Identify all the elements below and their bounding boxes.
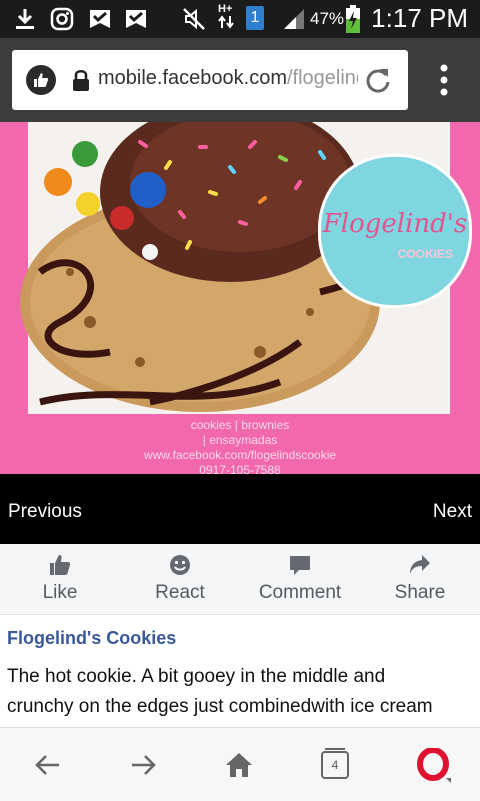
sim-slot-label: 1 [250, 9, 260, 26]
comment-label: Comment [258, 582, 342, 603]
tabs-icon[interactable]: 4 [321, 747, 349, 779]
reload-icon[interactable] [364, 66, 392, 94]
network-type: H+ [218, 3, 233, 15]
check-badge-icon [126, 10, 146, 28]
post-actions: Like React Comment Share [0, 544, 480, 615]
back-arrow-icon[interactable] [33, 750, 63, 780]
data-arrows-icon: H+ [218, 3, 238, 35]
mute-icon [183, 8, 205, 30]
sim-icon: 1 [246, 6, 264, 30]
caption-line: cookies | brownies [190, 418, 290, 432]
browser-toolbar: mobile.facebook.com/flogelind [0, 38, 480, 122]
react-button[interactable]: React [120, 544, 240, 614]
post-body: The hot cookie. A bit gooey in the middl… [7, 662, 473, 722]
opera-icon[interactable] [417, 748, 453, 784]
gallery-nav: Previous Next [0, 474, 480, 544]
comment-icon [290, 556, 310, 575]
address-bar[interactable]: mobile.facebook.com/flogelind [12, 50, 408, 110]
post-text-line: The hot cookie. A bit gooey in the middl… [7, 666, 386, 687]
post-author-link[interactable]: Flogelind's Cookies [7, 628, 176, 649]
smiley-icon [170, 555, 190, 575]
battery-percent: 47% [310, 9, 345, 28]
tab-count: 4 [331, 758, 339, 772]
share-icon [410, 555, 430, 574]
comment-button[interactable]: Comment [240, 544, 360, 614]
share-label: Share [394, 582, 446, 603]
logo-subtext: COOKIES [397, 247, 453, 261]
caption-line: | ensaymadas [202, 433, 278, 447]
battery-charging-icon [346, 5, 360, 33]
url-text[interactable]: mobile.facebook.com/flogelind [98, 67, 358, 90]
status-bar: H+ 1 47% 1:17 PM [0, 0, 480, 38]
post-text-line: crunchy on the edges just combinedwith i… [7, 696, 433, 717]
brand-logo: Flogelind's COOKIES [318, 154, 472, 308]
like-label: Like [42, 582, 78, 603]
browser-bottom-nav: 4 [0, 727, 480, 801]
url-domain: mobile.facebook.com [98, 67, 287, 89]
more-vertical-icon[interactable] [432, 64, 456, 98]
caption-line: www.facebook.com/flogelindscookie [143, 448, 337, 462]
photo-caption: cookies | brownies | ensaymadas www.face… [0, 418, 480, 474]
signal-icon [284, 9, 304, 29]
lock-icon [73, 70, 89, 91]
previous-link[interactable]: Previous [8, 501, 82, 523]
forward-arrow-icon[interactable] [128, 750, 158, 780]
clock: 1:17 PM [371, 3, 468, 33]
home-icon[interactable] [224, 750, 254, 780]
download-icon [16, 9, 34, 29]
logo-text: Flogelind's [322, 209, 468, 239]
react-label: React [155, 582, 205, 603]
instagram-icon [50, 7, 74, 31]
thumbs-up-circle-icon[interactable] [26, 65, 56, 95]
like-icon [50, 555, 71, 575]
caption-line: 0917-105-7588 [199, 463, 281, 474]
next-link[interactable]: Next [433, 501, 472, 523]
like-button[interactable]: Like [0, 544, 120, 614]
check-badge-icon [90, 10, 110, 28]
post-photo[interactable]: Flogelind's COOKIES cookies | brownies |… [0, 122, 480, 474]
share-button[interactable]: Share [360, 544, 480, 614]
url-path: /flogelind [286, 67, 358, 89]
